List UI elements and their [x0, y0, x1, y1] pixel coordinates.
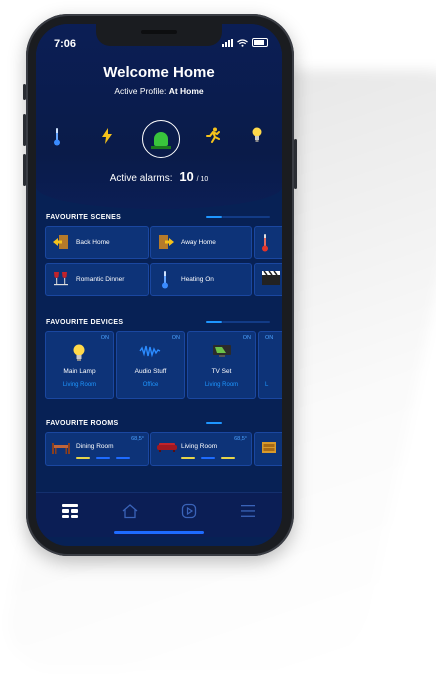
room-status-bar: [76, 457, 90, 459]
volume-up-button: [23, 114, 26, 146]
device-card-tv-set[interactable]: ON TV Set Living Room: [187, 331, 256, 399]
rooms-scroll-indicator: [206, 422, 222, 424]
dashboard-icon: [62, 504, 78, 518]
device-state: ON: [171, 335, 180, 341]
active-alarms: Active alarms: 10 / 10: [36, 169, 282, 184]
light-bulb-icon[interactable]: [252, 127, 262, 143]
page-title: Welcome Home: [103, 64, 215, 81]
home-indicator: [114, 531, 204, 534]
thermometer-icon[interactable]: [54, 128, 60, 146]
wine-glasses-icon: [54, 272, 68, 286]
devices-scroll-indicator: [206, 321, 222, 323]
section-title-devices: FAVOURITE DEVICES: [46, 319, 124, 326]
device-card-partial[interactable]: ON L: [258, 331, 282, 399]
scene-card-partial[interactable]: [254, 226, 282, 259]
room-temperature: 68,5°: [234, 436, 247, 442]
devices-scroll-track: [222, 321, 270, 323]
room-status-bar: [221, 457, 235, 459]
profile-label: Active Profile:: [114, 86, 167, 96]
mute-switch: [23, 84, 26, 100]
device-name: Main Lamp: [63, 368, 96, 375]
hamburger-menu-icon: [241, 505, 255, 517]
device-card-audio-stuff[interactable]: ON Audio Stuff Office: [116, 331, 185, 399]
door-out-icon: [159, 235, 174, 249]
tab-home[interactable]: [120, 501, 140, 521]
device-name: Audio Stuff: [134, 368, 167, 375]
dining-table-icon: [52, 443, 70, 454]
sound-wave-icon: [139, 345, 161, 358]
active-profile: Active Profile: At Home: [36, 86, 282, 96]
profile-value: At Home: [168, 86, 204, 96]
cabinet-icon: [262, 442, 276, 453]
device-room: Office: [142, 382, 159, 388]
alarms-total: / 10: [196, 176, 209, 183]
scene-card-partial[interactable]: [254, 263, 282, 296]
thermometer-icon: [162, 271, 168, 289]
light-bulb-icon: [73, 344, 85, 361]
lightning-icon[interactable]: [102, 128, 112, 144]
alarms-count: 10: [179, 169, 194, 184]
room-name: Dining Room: [76, 443, 114, 450]
clapperboard-icon: [262, 271, 280, 285]
sofa-icon: [157, 443, 177, 452]
room-temperature: 68,5°: [131, 436, 144, 442]
volume-down-button: [23, 154, 26, 186]
device-room: Living Room: [62, 382, 97, 388]
device-state: ON: [100, 335, 109, 341]
scene-card-back-home[interactable]: Back Home: [45, 226, 149, 259]
scene-label: Romantic Dinner: [76, 276, 125, 283]
scene-card-heating-on[interactable]: Heating On: [150, 263, 252, 296]
scenes-scroll-indicator: [206, 216, 222, 218]
status-icons: [222, 38, 268, 47]
device-room: L: [265, 382, 269, 388]
status-time: 7:06: [54, 38, 77, 50]
alarms-label: Active alarms:: [109, 173, 173, 184]
quick-icon-row: [36, 120, 282, 160]
device-name: TV Set: [211, 368, 232, 375]
tab-media[interactable]: [179, 501, 199, 521]
scene-card-romantic-dinner[interactable]: Romantic Dinner: [45, 263, 149, 296]
scene-label: Back Home: [76, 239, 110, 246]
scenes-scroll-track: [222, 216, 270, 218]
scene-label: Heating On: [181, 276, 214, 283]
notch: [96, 24, 222, 46]
room-status-bar: [201, 457, 215, 459]
alarm-siren-icon: [151, 132, 171, 149]
room-card-living-room[interactable]: Living Room 68,5°: [150, 432, 252, 466]
room-status-bar: [96, 457, 110, 459]
wifi-icon: [237, 38, 248, 47]
device-state: ON: [242, 335, 251, 341]
battery-icon: [252, 38, 268, 47]
section-title-scenes: FAVOURITE SCENES: [46, 214, 122, 221]
room-card-partial[interactable]: [254, 432, 282, 466]
scene-label: Away Home: [181, 239, 216, 246]
power-button: [294, 139, 297, 189]
play-icon: [181, 503, 197, 519]
device-card-main-lamp[interactable]: ON Main Lamp Living Room: [45, 331, 114, 399]
device-state: ON: [265, 335, 274, 341]
alarm-siren-button[interactable]: [142, 120, 180, 158]
room-status-bar: [181, 457, 195, 459]
tv-icon: [213, 345, 231, 357]
room-card-dining-room[interactable]: Dining Room 68,5°: [45, 432, 149, 466]
section-title-rooms: FAVOURITE ROOMS: [46, 420, 119, 427]
room-name: Living Room: [181, 443, 218, 450]
room-status-bar: [116, 457, 130, 459]
device-room: Living Room: [204, 382, 239, 388]
tab-menu[interactable]: [238, 501, 258, 521]
home-icon: [122, 504, 138, 519]
door-in-icon: [53, 235, 68, 249]
tab-dashboard[interactable]: [60, 501, 80, 521]
scene-card-away-home[interactable]: Away Home: [150, 226, 252, 259]
app-screen: 7:06 Welcome Home Active Profile: At Hom…: [36, 24, 282, 546]
running-man-icon[interactable]: [206, 127, 220, 144]
thermometer-icon: [262, 234, 268, 252]
signal-icon: [222, 38, 233, 47]
